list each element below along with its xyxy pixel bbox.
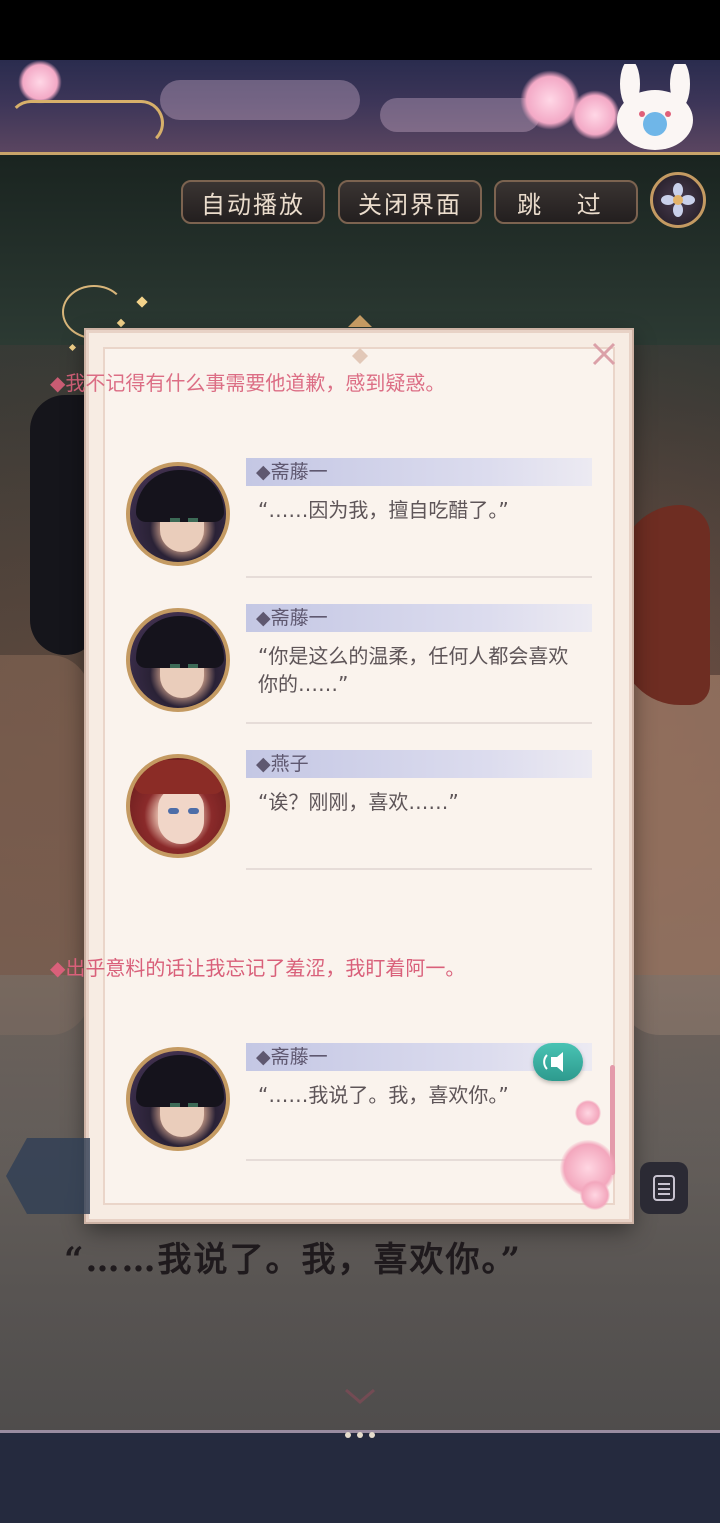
speaker-name: ◆斋藤一 (246, 458, 592, 486)
fan-ornament-icon (348, 315, 372, 327)
menu-button[interactable] (650, 172, 706, 228)
avatar-eye (170, 518, 180, 522)
blossom-decoration (580, 1180, 610, 1210)
speech-text: “……因为我，擅自吃醋了。” (258, 498, 509, 522)
voice-replay-button[interactable] (533, 1043, 583, 1081)
speaker-icon (543, 1052, 563, 1072)
swirl-decoration (8, 100, 164, 146)
avatar-eye (170, 1103, 180, 1107)
entry-divider (246, 868, 592, 870)
close-ui-button[interactable]: 关闭界面 (338, 180, 482, 224)
dialogue-text[interactable]: “……我说了。我，喜欢你。” (64, 1232, 664, 1282)
log-entry: ◆斋藤一 “你是这么的温柔，任何人都会喜欢你的……” (86, 604, 632, 734)
narration-text: ◆我不记得有什么事需要他道歉，感到疑惑。 (50, 371, 446, 395)
blossom-decoration (18, 60, 62, 104)
flower-menu-icon (661, 183, 695, 217)
avatar-saito (126, 608, 230, 712)
avatar-tsubame (126, 754, 230, 858)
log-entry: ◆斋藤一 “……因为我，擅自吃醋了。” (86, 458, 632, 588)
cloud-decoration (160, 80, 360, 120)
speaker-name: ◆燕子 (246, 750, 592, 778)
entry-divider (246, 1159, 592, 1161)
avatar-hair (136, 470, 224, 522)
log-icon (653, 1175, 675, 1201)
avatar-hair (134, 760, 224, 794)
rabbit-mascot-icon (617, 64, 693, 150)
avatar-saito (126, 1047, 230, 1151)
speech-text: “你是这么的温柔，任何人都会喜欢你的……” (258, 644, 569, 696)
avatar-eye (188, 664, 198, 668)
log-button[interactable] (640, 1162, 688, 1214)
entry-divider (246, 722, 592, 724)
diamond-ornament-icon (352, 348, 368, 364)
speaker-name: ◆斋藤一 (246, 604, 592, 632)
avatar-saito (126, 462, 230, 566)
speech-text: “诶？刚刚，喜欢……” (258, 790, 459, 814)
avatar-eye (168, 808, 179, 814)
close-icon[interactable] (590, 340, 618, 368)
auto-play-button[interactable]: 自动播放 (181, 180, 325, 224)
narration-text: ◆出乎意料的话让我忘记了羞涩，我盯着阿一。 (50, 956, 466, 980)
character-right-hair (620, 505, 710, 705)
cloud-decoration (380, 98, 540, 132)
skip-button[interactable]: 跳 过 (494, 180, 638, 224)
avatar-hair (136, 1055, 224, 1107)
avatar-hair (136, 616, 224, 668)
avatar-eye (188, 518, 198, 522)
bottom-bar (0, 1430, 720, 1523)
avatar-face (158, 788, 204, 844)
status-bar (0, 0, 720, 60)
dots-ornament-icon (345, 1432, 375, 1438)
log-entry: ◆燕子 “诶？刚刚，喜欢……” (86, 750, 632, 880)
blossom-decoration (575, 1100, 601, 1126)
speech-text: “……我说了。我，喜欢你。” (258, 1083, 509, 1107)
avatar-eye (188, 1103, 198, 1107)
chevron-down-icon[interactable] (340, 1386, 380, 1406)
avatar-eye (188, 808, 199, 814)
entry-divider (246, 576, 592, 578)
avatar-eye (170, 664, 180, 668)
